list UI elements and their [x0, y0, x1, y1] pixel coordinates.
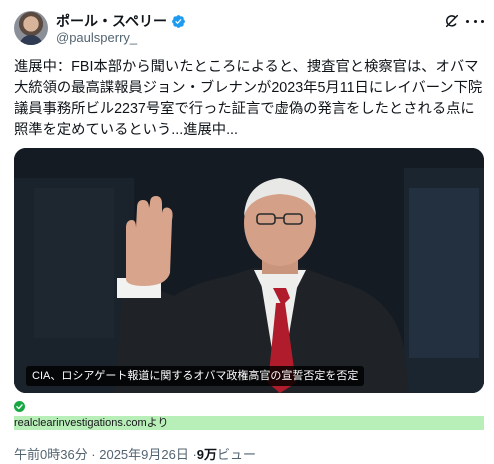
more-dot	[466, 19, 469, 23]
tweet-meta: 午前0時36分 · 2025年9月26日 · 9万 ビュー	[14, 444, 256, 463]
more-dot	[481, 19, 484, 23]
photo-illustration	[14, 148, 484, 393]
timestamp[interactable]: 午前0時36分 · 2025年9月26日 ·	[14, 444, 197, 463]
avatar-shirt	[19, 35, 43, 45]
author-display-name[interactable]: ポール・スペリー	[56, 11, 167, 31]
views-count: 9万	[196, 447, 218, 462]
media-caption: CIA、ロシアゲート報道に関するオバマ政権高官の宣誓否定を否定	[26, 366, 365, 386]
source-link[interactable]: realclearinvestigations.comより	[14, 416, 484, 430]
author-name-row[interactable]: ポール・スペリー	[56, 11, 186, 31]
more-options-button[interactable]	[466, 14, 484, 28]
verified-badge-icon	[172, 14, 185, 28]
tweet-text: 進展中：FBI本部から聞いたところによると、捜査官と検察官は、オバマ大統領の最高…	[14, 59, 483, 138]
author-handle[interactable]: @paulsperry_	[56, 30, 137, 45]
grok-icon[interactable]	[444, 13, 460, 29]
tweet-media-photo[interactable]: CIA、ロシアゲート報道に関するオバマ政権高官の宣誓否定を否定	[14, 148, 484, 393]
avatar[interactable]	[14, 11, 48, 45]
views-label: ビュー	[217, 447, 257, 462]
more-dot	[473, 19, 477, 23]
check-circle-icon	[14, 401, 25, 412]
